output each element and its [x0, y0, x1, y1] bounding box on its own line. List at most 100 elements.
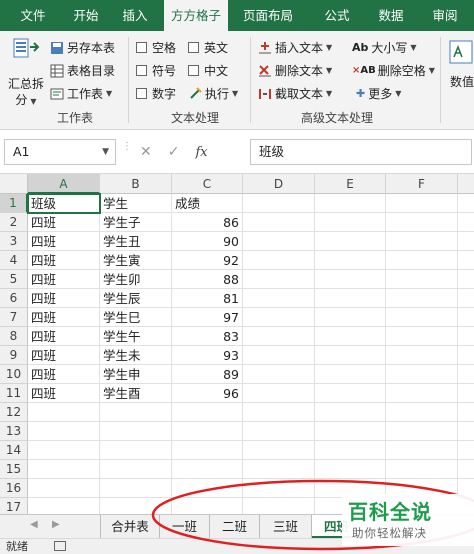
row-header[interactable]: 1: [0, 194, 28, 213]
table-cell[interactable]: [315, 346, 386, 365]
column-header-e[interactable]: E: [315, 174, 386, 194]
table-cell[interactable]: [458, 365, 474, 384]
table-cell[interactable]: [315, 232, 386, 251]
save-copy-button[interactable]: 另存本表: [50, 39, 115, 56]
table-cell[interactable]: [386, 422, 458, 441]
table-cell[interactable]: [386, 270, 458, 289]
cancel-icon[interactable]: ✕: [140, 144, 152, 160]
table-cell[interactable]: [386, 441, 458, 460]
table-cell[interactable]: [315, 403, 386, 422]
table-cell[interactable]: 97: [172, 308, 243, 327]
table-cell[interactable]: [243, 270, 315, 289]
table-cell[interactable]: [458, 460, 474, 479]
table-cell[interactable]: [243, 422, 315, 441]
tab-home[interactable]: 开始: [66, 0, 106, 31]
table-cell[interactable]: [243, 365, 315, 384]
tab-file[interactable]: 文件: [0, 0, 66, 31]
table-cell[interactable]: [386, 232, 458, 251]
table-cell[interactable]: 89: [172, 365, 243, 384]
table-cell[interactable]: [243, 194, 315, 213]
table-cell[interactable]: 四班: [28, 384, 100, 403]
table-cell[interactable]: [243, 441, 315, 460]
table-cell[interactable]: [243, 308, 315, 327]
formula-input[interactable]: 班级: [250, 139, 472, 165]
table-cell[interactable]: 96: [172, 384, 243, 403]
delete-text-button[interactable]: 删除文本 ▼: [258, 62, 332, 79]
confirm-icon[interactable]: ✓: [168, 144, 180, 160]
table-cell[interactable]: 学生卯: [100, 270, 172, 289]
table-cell[interactable]: 学生子: [100, 213, 172, 232]
table-cell[interactable]: [100, 498, 172, 514]
table-cell[interactable]: [28, 422, 100, 441]
column-header-c[interactable]: C: [172, 174, 243, 194]
sheet-tab-class-2[interactable]: 二班: [210, 515, 260, 539]
table-cell[interactable]: 四班: [28, 232, 100, 251]
delete-space-button[interactable]: ×AB 删除空格 ▼: [352, 62, 435, 79]
table-cell[interactable]: [386, 384, 458, 403]
table-cell[interactable]: [315, 289, 386, 308]
table-cell[interactable]: [315, 194, 386, 213]
tab-fangfang[interactable]: 方方格子: [164, 0, 228, 31]
sheet-tab-merged[interactable]: 合并表: [100, 515, 160, 539]
merge-split-button[interactable]: 汇总拆 分 ▼: [4, 37, 48, 107]
table-cell[interactable]: [458, 270, 474, 289]
table-cell[interactable]: [458, 308, 474, 327]
insert-function-icon[interactable]: fx: [195, 145, 207, 160]
table-cell[interactable]: [458, 289, 474, 308]
table-cell[interactable]: [243, 289, 315, 308]
table-cell[interactable]: [28, 460, 100, 479]
row-header[interactable]: 5: [0, 270, 28, 289]
table-cell[interactable]: [243, 327, 315, 346]
table-cell[interactable]: [458, 403, 474, 422]
table-cell[interactable]: [243, 213, 315, 232]
tab-page-layout[interactable]: 页面布局: [228, 0, 308, 31]
table-cell[interactable]: [243, 460, 315, 479]
row-header[interactable]: 14: [0, 441, 28, 460]
table-cell[interactable]: [458, 441, 474, 460]
table-cell[interactable]: [100, 403, 172, 422]
table-cell[interactable]: [386, 289, 458, 308]
scroll-right-icon[interactable]: ▶: [52, 519, 60, 530]
table-cell[interactable]: 学生辰: [100, 289, 172, 308]
table-cell[interactable]: [172, 441, 243, 460]
row-header[interactable]: 4: [0, 251, 28, 270]
table-cell[interactable]: 学生未: [100, 346, 172, 365]
table-cell[interactable]: [386, 308, 458, 327]
table-cell[interactable]: [315, 460, 386, 479]
table-cell[interactable]: [315, 422, 386, 441]
table-cell[interactable]: [172, 498, 243, 514]
table-cell[interactable]: [386, 213, 458, 232]
sheet-index-button[interactable]: 表格目录: [50, 62, 115, 79]
table-cell[interactable]: 四班: [28, 327, 100, 346]
table-cell[interactable]: [100, 422, 172, 441]
table-cell[interactable]: [100, 479, 172, 498]
table-cell[interactable]: [315, 384, 386, 403]
insert-text-button[interactable]: 插入文本 ▼: [258, 39, 332, 56]
table-cell[interactable]: [458, 194, 474, 213]
table-cell[interactable]: [315, 308, 386, 327]
table-cell[interactable]: [386, 460, 458, 479]
table-cell[interactable]: 四班: [28, 308, 100, 327]
checkbox-chinese[interactable]: 中文: [188, 62, 228, 79]
table-cell[interactable]: 四班: [28, 365, 100, 384]
table-cell[interactable]: 90: [172, 232, 243, 251]
worksheet-button[interactable]: 工作表 ▼: [50, 85, 112, 102]
table-cell[interactable]: [172, 403, 243, 422]
table-cell[interactable]: 四班: [28, 270, 100, 289]
table-cell[interactable]: [172, 422, 243, 441]
table-cell[interactable]: [243, 251, 315, 270]
table-cell[interactable]: 四班: [28, 251, 100, 270]
table-cell[interactable]: 81: [172, 289, 243, 308]
table-cell[interactable]: [458, 251, 474, 270]
sheet-tab-class-3[interactable]: 三班: [260, 515, 312, 539]
table-cell[interactable]: [243, 498, 315, 514]
row-header[interactable]: 7: [0, 308, 28, 327]
more-button[interactable]: ✚ 更多 ▼: [356, 85, 401, 102]
name-box[interactable]: A1 ▼: [4, 139, 116, 165]
value-button[interactable]: 数值: [446, 39, 474, 99]
row-header[interactable]: 6: [0, 289, 28, 308]
row-header[interactable]: 12: [0, 403, 28, 422]
column-header-a[interactable]: A: [28, 174, 100, 194]
table-cell[interactable]: 四班: [28, 346, 100, 365]
case-button[interactable]: Ab 大小写 ▼: [352, 39, 417, 56]
